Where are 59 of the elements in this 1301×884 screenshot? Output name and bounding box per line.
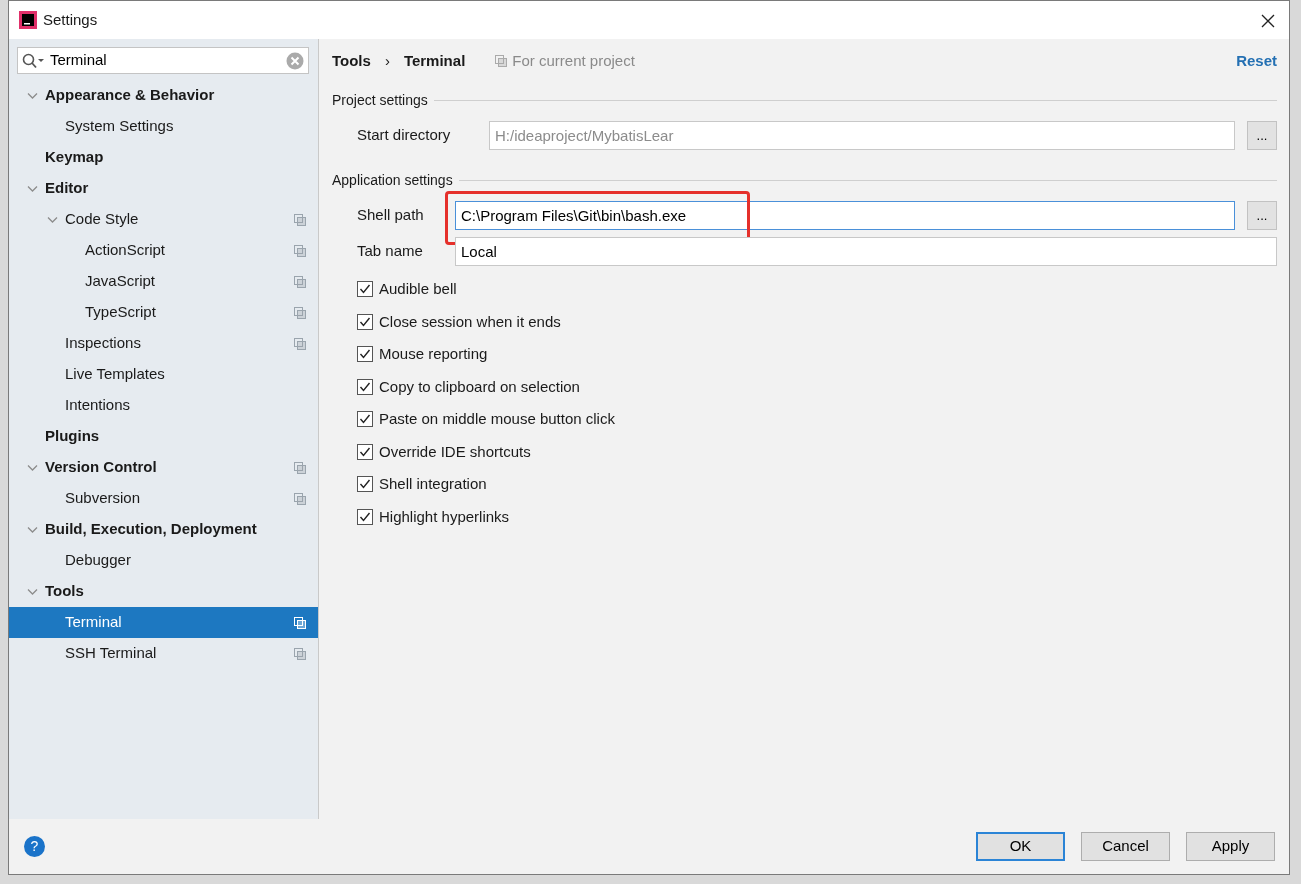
tree-item[interactable]: Live Templates (9, 359, 318, 390)
checkbox[interactable] (357, 281, 373, 298)
field-label: Tab name (357, 240, 424, 261)
checkbox-label: Close session when it ends (379, 311, 561, 332)
checkbox[interactable] (357, 378, 373, 395)
tree-item[interactable]: TypeScript (9, 297, 318, 328)
input-field[interactable]: C:\Program Files\Git\bin\bash.exe (455, 200, 1235, 230)
checkbox-label: Copy to clipboard on selection (379, 376, 580, 397)
checkbox-label: Override IDE shortcuts (379, 441, 531, 462)
search-icon (22, 52, 46, 69)
dialog-button[interactable]: Cancel (1081, 832, 1170, 861)
field-label: Shell path (357, 204, 425, 225)
dialog-button[interactable]: Apply (1186, 832, 1275, 861)
checkbox[interactable] (357, 411, 373, 428)
tree-item[interactable]: Debugger (9, 545, 318, 576)
tree-item[interactable]: Editor (9, 173, 318, 204)
tree-item[interactable]: Plugins (9, 421, 318, 452)
tree-item[interactable]: JavaScript (9, 266, 318, 297)
breadcrumb-item: Tools (332, 50, 371, 71)
tree-item[interactable]: Tools (9, 576, 318, 607)
reset-link[interactable]: Reset (1236, 49, 1277, 73)
checkbox-label: Shell integration (379, 474, 487, 494)
input-field[interactable]: Local (455, 236, 1277, 266)
tree-item[interactable]: Code Style (9, 204, 318, 235)
close-icon[interactable] (1261, 13, 1275, 28)
window-title: Settings (43, 9, 98, 30)
tree-item[interactable]: Intentions (9, 390, 318, 421)
checkbox-label: Audible bell (379, 279, 457, 299)
section-title: Project settings (332, 90, 428, 110)
tree-item[interactable]: Appearance & Behavior (9, 80, 318, 111)
tree-item[interactable]: Version Control (9, 452, 318, 483)
tree-item[interactable]: Inspections (9, 328, 318, 359)
help-button[interactable]: ? (24, 836, 45, 857)
checkbox[interactable] (357, 476, 373, 493)
checkbox[interactable] (357, 346, 373, 363)
tree-item[interactable]: Keymap (9, 142, 318, 173)
browse-button[interactable]: ... (1247, 200, 1277, 230)
checkbox-label: Mouse reporting (379, 344, 488, 364)
checkbox-label: Highlight hyperlinks (379, 506, 510, 527)
search-bar[interactable]: Terminal (17, 47, 309, 74)
field-label: Start directory (357, 124, 452, 145)
tree-item[interactable]: Terminal (9, 607, 318, 638)
search-field[interactable]: Terminal (46, 49, 286, 72)
breadcrumb-item: Terminal (403, 50, 466, 71)
copy-icon (495, 55, 508, 67)
tree-item[interactable]: ActionScript (9, 235, 318, 266)
tree-item[interactable]: SSH Terminal (9, 638, 318, 669)
checkbox-label: Paste on middle mouse button click (379, 409, 615, 429)
scope-label: For current project (512, 50, 635, 71)
checkbox[interactable] (357, 443, 373, 460)
breadcrumb-separator: › (384, 50, 390, 71)
tree-item[interactable]: System Settings (9, 111, 318, 142)
section-title: Application settings (332, 170, 453, 190)
tree-item[interactable]: Subversion (9, 483, 318, 514)
checkbox[interactable] (357, 313, 373, 330)
dialog-button[interactable]: OK (976, 832, 1065, 861)
checkbox[interactable] (357, 508, 373, 525)
app-logo-icon (19, 11, 37, 29)
tree-item[interactable]: Build, Execution, Deployment (9, 514, 318, 545)
